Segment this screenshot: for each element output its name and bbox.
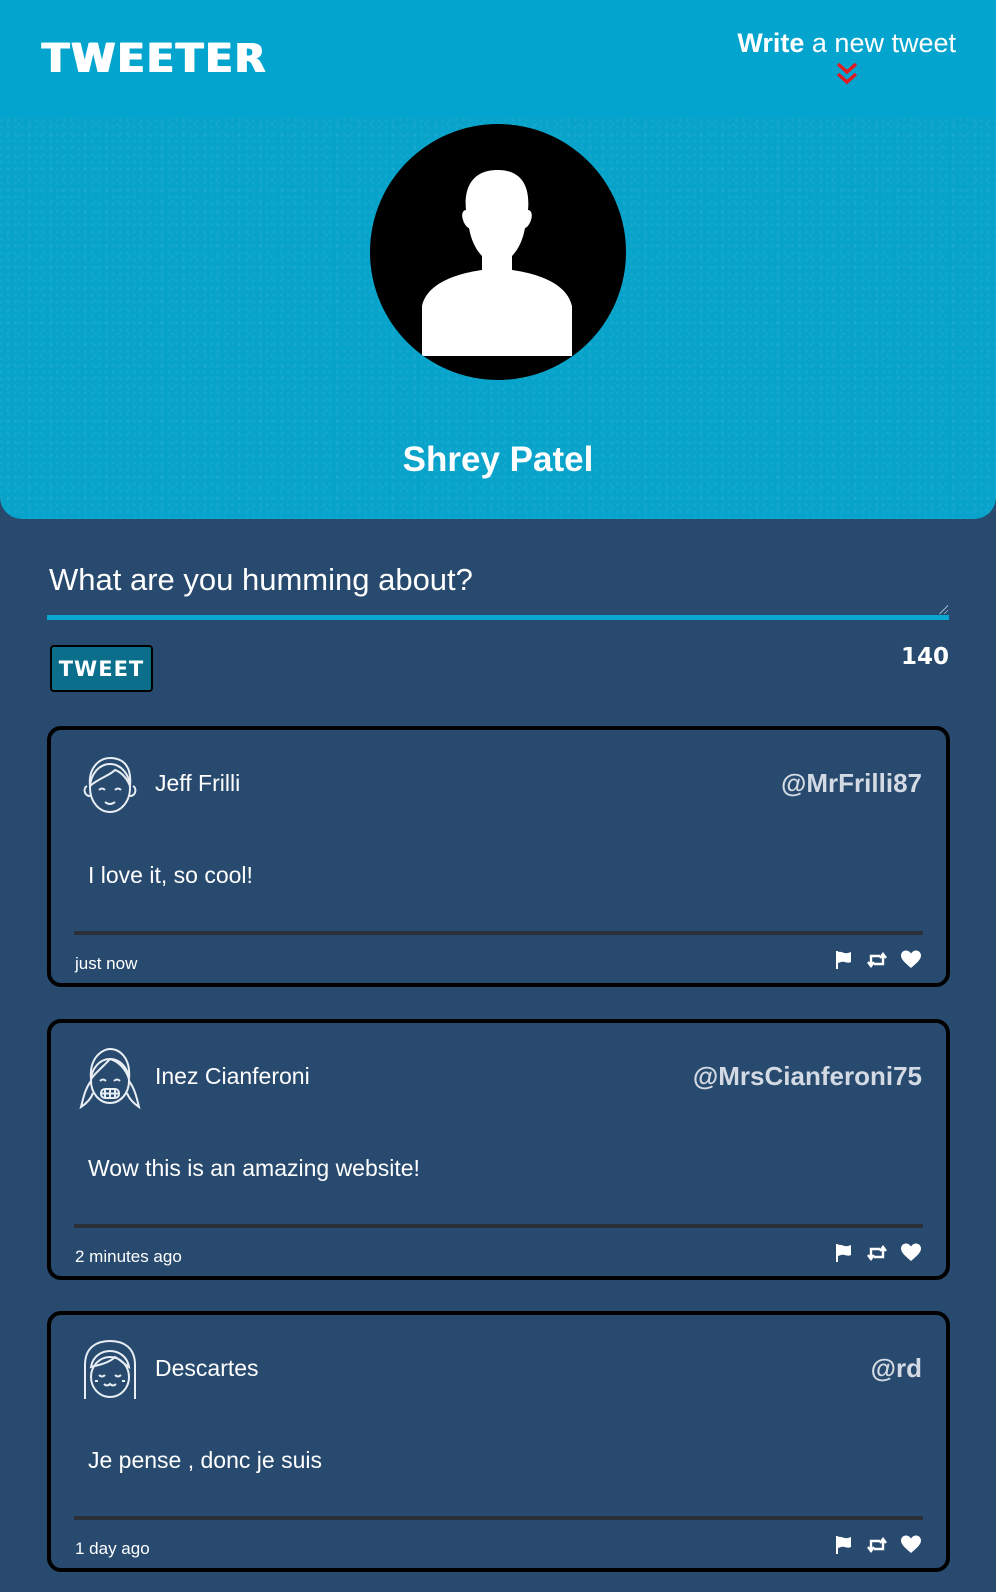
tweet-author-handle[interactable]: @MrFrilli87 <box>781 768 922 799</box>
profile-name: Shrey Patel <box>402 440 594 479</box>
boy-face-icon <box>83 756 137 813</box>
tweet-content: Wow this is an amazing website! <box>88 1155 420 1181</box>
tweet-submit-button[interactable]: TWEET <box>50 645 153 692</box>
brand-logo[interactable]: TWEETER <box>42 36 267 82</box>
tweet-actions <box>833 1243 921 1263</box>
write-new-tweet-toggle[interactable]: Write a new tweet <box>737 28 956 87</box>
girl-bangs-face-icon <box>84 1339 136 1399</box>
profile-avatar <box>370 124 626 380</box>
compose-underline <box>47 615 949 620</box>
compose-toggle-strong: Write <box>737 28 805 58</box>
tweet-card: Jeff Frilli @MrFrilli87 I love it, so co… <box>47 726 950 987</box>
retweet-icon[interactable] <box>867 1535 887 1555</box>
tweet-content: I love it, so cool! <box>88 862 253 888</box>
girl-braces-face-icon <box>79 1047 141 1110</box>
tweet-actions <box>833 950 921 970</box>
tweet-card: Inez Cianferoni @MrsCianferoni75 Wow thi… <box>47 1019 950 1280</box>
tweet-card: Descartes @rd Je pense , donc je suis 1 … <box>47 1311 950 1572</box>
tweet-divider <box>74 1224 923 1228</box>
compose-toggle-rest: a new tweet <box>804 28 956 58</box>
tweet-actions <box>833 1535 921 1555</box>
tweet-author-name: Inez Cianferoni <box>155 1063 310 1089</box>
heart-icon[interactable] <box>901 1535 921 1555</box>
textarea-resize-handle[interactable] <box>938 604 948 614</box>
heart-icon[interactable] <box>901 950 921 970</box>
tweet-author-handle[interactable]: @MrsCianferoni75 <box>693 1061 922 1092</box>
retweet-icon[interactable] <box>867 1243 887 1263</box>
character-counter: 140 <box>900 644 949 670</box>
tweet-author-name: Descartes <box>155 1355 259 1381</box>
double-chevron-down-icon <box>836 62 857 85</box>
flag-icon[interactable] <box>833 950 853 970</box>
flag-icon[interactable] <box>833 1243 853 1263</box>
tweet-author-name: Jeff Frilli <box>155 770 241 796</box>
tweet-compose-input[interactable] <box>47 545 949 615</box>
tweet-content: Je pense , donc je suis <box>88 1447 322 1473</box>
retweet-icon[interactable] <box>867 950 887 970</box>
tweet-divider <box>74 931 923 935</box>
flag-icon[interactable] <box>833 1535 853 1555</box>
tweet-timestamp: just now <box>75 954 138 973</box>
user-silhouette-icon <box>422 170 572 356</box>
tweet-timestamp: 2 minutes ago <box>75 1247 182 1266</box>
heart-icon[interactable] <box>901 1243 921 1263</box>
tweet-timestamp: 1 day ago <box>75 1539 150 1558</box>
tweet-author-handle[interactable]: @rd <box>871 1353 922 1384</box>
tweet-divider <box>74 1516 923 1520</box>
